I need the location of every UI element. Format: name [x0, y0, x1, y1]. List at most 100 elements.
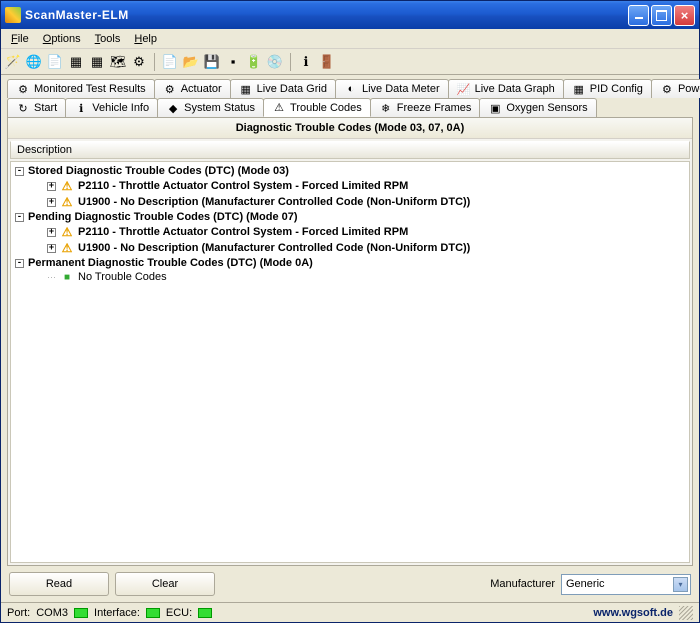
tool-globe-icon[interactable]: 🌐 [26, 54, 42, 70]
manufacturer-label: Manufacturer [490, 578, 555, 590]
tab-system-status[interactable]: ◆System Status [157, 98, 264, 117]
tool-grid2-icon[interactable]: ▦ [89, 54, 105, 70]
tab-icon: ◆ [166, 101, 180, 115]
tree-item[interactable]: +P2110 - Throttle Actuator Control Syste… [11, 178, 689, 194]
tab-icon: ℹ [74, 101, 88, 115]
tree-group[interactable]: -Stored Diagnostic Trouble Codes (DTC) (… [11, 164, 689, 178]
tab-label: Trouble Codes [290, 102, 362, 114]
manufacturer-value: Generic [566, 578, 605, 590]
tool-save-icon[interactable]: 💾 [204, 54, 220, 70]
minimize-button[interactable] [628, 5, 649, 26]
read-button[interactable]: Read [9, 572, 109, 596]
tab-icon: ▣ [488, 101, 502, 115]
menu-tools[interactable]: Tools [89, 31, 127, 47]
app-window: ScanMaster-ELM × File Options Tools Help… [0, 0, 700, 623]
tree-item[interactable]: + P2110 - Throttle Actuator Control Syste… [11, 224, 689, 240]
button-row: Read Clear Manufacturer Generic ▾ [7, 566, 693, 600]
menu-file[interactable]: File [5, 31, 35, 47]
tab-label: Start [34, 102, 57, 114]
tree-item[interactable]: + U1900 - No Description (Manufacturer Co… [11, 240, 689, 256]
tab-icon: ↻ [16, 101, 30, 115]
tab-label: Vehicle Info [92, 102, 149, 114]
tool-exit-icon[interactable]: 🚪 [319, 54, 335, 70]
dtc-text: P2110 - Throttle Actuator Control System… [78, 226, 408, 238]
tab-label: Monitored Test Results [34, 83, 146, 95]
tab-pid-config[interactable]: ▦PID Config [563, 79, 652, 98]
tab-icon: ⚙ [163, 82, 177, 96]
group-label: Permanent Diagnostic Trouble Codes (DTC)… [28, 257, 313, 269]
tool-batt-icon[interactable]: 🔋 [246, 54, 262, 70]
tab-vehicle-info[interactable]: ℹ Vehicle Info [65, 98, 158, 117]
tabrow-top: ⚙Monitored Test Results ⚙ Actuator ▦ Live Da… [7, 79, 693, 98]
tool-map-icon[interactable]: 🗺 [110, 54, 126, 70]
tab-live-data-graph[interactable]: 📈Live Data Graph [448, 79, 564, 98]
tab-icon: ▦ [239, 82, 253, 96]
ecu-led-icon [198, 608, 212, 618]
resize-grip-icon[interactable] [679, 606, 693, 620]
trouble-codes-panel: Diagnostic Trouble Codes (Mode 03, 07, 0… [7, 117, 693, 566]
tool-wand-icon[interactable]: 🪄 [5, 54, 21, 70]
collapse-icon[interactable]: - [15, 213, 24, 222]
tree-item[interactable]: +U1900 - No Description (Manufacturer Co… [11, 194, 689, 210]
tab-label: Live Data Graph [475, 83, 555, 95]
status-port-value: COM3 [36, 607, 68, 619]
tool-grid-icon[interactable]: ▦ [68, 54, 84, 70]
expand-icon[interactable]: + [47, 198, 56, 207]
toolbar: 🪄 🌐 📄 ▦ ▦ 🗺 ⚙ 📄 📂 💾 ▪ 🔋 💿 ℹ 🚪 [1, 49, 699, 75]
menubar: File Options Tools Help [1, 29, 699, 49]
tool-page-icon[interactable]: 📄 [162, 54, 178, 70]
tool-sheet-icon[interactable]: 📄 [47, 54, 63, 70]
manufacturer-select[interactable]: Generic ▾ [561, 574, 691, 595]
leaf-text: No Trouble Codes [78, 271, 167, 283]
tab-actuator[interactable]: ⚙ Actuator [154, 79, 231, 98]
tool-disc-icon[interactable]: 💿 [267, 54, 283, 70]
warning-icon [60, 225, 74, 239]
tab-label: Actuator [181, 83, 222, 95]
toolbar-sep2 [290, 53, 291, 71]
tab-icon: ⚠ [272, 101, 286, 115]
interface-led-icon [146, 608, 160, 618]
menu-options[interactable]: Options [37, 31, 87, 47]
tab-live-data-meter[interactable]: ◐ Live Data Meter [335, 79, 449, 98]
clear-button[interactable]: Clear [115, 572, 215, 596]
tab-freeze-frames[interactable]: ❄Freeze Frames [370, 98, 481, 117]
tab-icon: ▦ [572, 82, 586, 96]
window-title: ScanMaster-ELM [25, 8, 628, 22]
tab-monitored-test-results[interactable]: ⚙Monitored Test Results [7, 79, 155, 98]
collapse-icon[interactable]: - [15, 167, 24, 176]
maximize-button[interactable] [651, 5, 672, 26]
app-icon [5, 7, 21, 23]
tab-power[interactable]: ⚙Power [651, 79, 700, 98]
tab-label: Oxygen Sensors [506, 102, 587, 114]
tab-icon: ◐ [344, 82, 358, 96]
titlebar: ScanMaster-ELM × [1, 1, 699, 29]
expand-icon[interactable]: + [47, 244, 56, 253]
expand-icon[interactable]: + [47, 228, 56, 237]
tab-label: Live Data Grid [257, 83, 327, 95]
tab-trouble-codes[interactable]: ⚠ Trouble Codes [263, 98, 371, 117]
expand-icon[interactable]: + [47, 182, 56, 191]
collapse-icon[interactable]: - [15, 259, 24, 268]
menu-help[interactable]: Help [128, 31, 163, 47]
status-link[interactable]: www.wgsoft.de [593, 607, 673, 619]
group-label: Stored Diagnostic Trouble Codes (DTC) (M… [28, 165, 289, 177]
tree-leaf: ···No Trouble Codes [11, 270, 689, 284]
window-buttons: × [628, 5, 695, 26]
warning-icon [60, 241, 74, 255]
close-button[interactable]: × [674, 5, 695, 26]
tool-gear-icon[interactable]: ⚙ [131, 54, 147, 70]
tab-start[interactable]: ↻ Start [7, 98, 66, 117]
tab-label: Live Data Meter [362, 83, 440, 95]
tool-info-icon[interactable]: ℹ [298, 54, 314, 70]
panel-title: Diagnostic Trouble Codes (Mode 03, 07, 0… [8, 118, 692, 139]
tab-live-data-grid[interactable]: ▦ Live Data Grid [230, 79, 336, 98]
tree-group[interactable]: -Permanent Diagnostic Trouble Codes (DTC… [11, 256, 689, 270]
warning-icon [60, 179, 74, 193]
tool-term-icon[interactable]: ▪ [225, 54, 241, 70]
tree-group[interactable]: -Pending Diagnostic Trouble Codes (DTC) … [11, 210, 689, 224]
tab-oxygen-sensors[interactable]: ▣ Oxygen Sensors [479, 98, 596, 117]
tool-open-icon[interactable]: 📂 [183, 54, 199, 70]
content-area: ⚙Monitored Test Results ⚙ Actuator ▦ Live Da… [1, 75, 699, 602]
dtc-text: U1900 - No Description (Manufacturer Con… [78, 242, 470, 254]
dtc-tree[interactable]: -Stored Diagnostic Trouble Codes (DTC) (… [10, 161, 690, 563]
